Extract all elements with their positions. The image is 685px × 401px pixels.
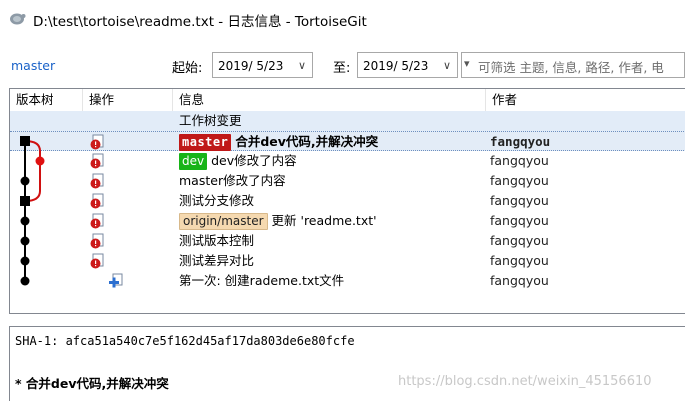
branch-tag-master[interactable]: master bbox=[179, 134, 232, 151]
add-file-icon bbox=[109, 273, 123, 288]
table-row[interactable]: master修改了内容 fangqyou bbox=[10, 171, 685, 191]
table-row[interactable]: 工作树变更 bbox=[10, 111, 685, 131]
table-row[interactable]: origin/master 更新 'readme.txt' fangqyou bbox=[10, 211, 685, 231]
commit-author: fangqyou bbox=[490, 173, 549, 188]
commit-sha: SHA-1: afca51a540c7e5f162d45af17da803de6… bbox=[15, 334, 355, 348]
list-header: 版本树 操作 信息 作者 bbox=[10, 89, 685, 112]
table-row[interactable]: 测试分支修改 fangqyou bbox=[10, 191, 685, 211]
to-date-picker[interactable]: 2019/ 5/23 ∨ bbox=[357, 52, 458, 78]
commit-message: dev dev修改了内容 bbox=[176, 151, 489, 171]
column-actions[interactable]: 操作 bbox=[83, 89, 173, 111]
commit-full-message: * 合并dev代码,并解决冲突 bbox=[15, 376, 169, 391]
tortoise-app-icon bbox=[10, 13, 26, 25]
commit-node[interactable] bbox=[20, 236, 30, 246]
commit-author: fangqyou bbox=[490, 273, 549, 288]
watermark: https://blog.csdn.net/weixin_45156610 bbox=[398, 374, 652, 389]
table-row[interactable]: dev dev修改了内容 fangqyou bbox=[10, 151, 685, 171]
from-date-picker[interactable]: 2019/ 5/23 ∨ bbox=[212, 52, 313, 78]
commit-node[interactable] bbox=[20, 216, 30, 226]
log-list[interactable]: 版本树 操作 信息 作者 工作树变更 master 合并dev代码,并解决冲突 f… bbox=[9, 88, 685, 314]
branch-link[interactable]: master bbox=[11, 58, 55, 73]
table-row[interactable]: master 合并dev代码,并解决冲突 fangqyou bbox=[10, 131, 685, 151]
commit-author: fangqyou bbox=[490, 213, 549, 228]
commit-message: master 合并dev代码,并解决冲突 bbox=[176, 132, 489, 152]
filter-dropdown-icon[interactable]: ▾ bbox=[464, 57, 470, 70]
table-row[interactable]: 测试版本控制 fangqyou bbox=[10, 231, 685, 251]
window-title: D:\test\tortoise\readme.txt - 日志信息 - Tor… bbox=[33, 14, 367, 30]
to-date-label: 至: bbox=[333, 61, 351, 76]
commit-node[interactable] bbox=[20, 136, 30, 146]
modified-file-icon bbox=[90, 193, 104, 209]
column-author[interactable]: 作者 bbox=[486, 89, 685, 111]
title-bar: D:\test\tortoise\readme.txt - 日志信息 - Tor… bbox=[0, 0, 685, 38]
modified-file-icon bbox=[90, 233, 104, 249]
commit-author: fangqyou bbox=[490, 193, 549, 208]
commit-author: fangqyou bbox=[490, 233, 549, 248]
chevron-down-icon[interactable]: ∨ bbox=[298, 53, 306, 79]
column-message[interactable]: 信息 bbox=[173, 89, 486, 111]
commit-message: 测试版本控制 bbox=[179, 233, 255, 248]
commit-node[interactable] bbox=[35, 156, 45, 166]
to-date-value: 2019/ 5/23 bbox=[363, 59, 429, 73]
branch-tag-origin-master[interactable]: origin/master bbox=[179, 213, 268, 230]
chevron-down-icon[interactable]: ∨ bbox=[443, 53, 451, 79]
commit-message: origin/master 更新 'readme.txt' bbox=[176, 211, 489, 231]
modified-file-icon bbox=[90, 253, 104, 269]
commit-message: 测试差异对比 bbox=[179, 253, 255, 268]
commit-node[interactable] bbox=[20, 196, 30, 206]
commit-author: fangqyou bbox=[490, 134, 551, 149]
commit-details-pane[interactable]: SHA-1: afca51a540c7e5f162d45af17da803de6… bbox=[9, 326, 685, 401]
filter-input[interactable]: ▾ 可筛选 主题, 信息, 路径, 作者, 电 bbox=[461, 52, 685, 78]
modified-file-icon bbox=[90, 173, 104, 189]
table-row[interactable]: 第一次: 创建rademe.txt文件 fangqyou bbox=[10, 271, 685, 291]
from-date-label: 起始: bbox=[172, 61, 203, 76]
commit-node[interactable] bbox=[20, 276, 30, 286]
from-date-value: 2019/ 5/23 bbox=[218, 59, 284, 73]
commit-author: fangqyou bbox=[490, 253, 549, 268]
filter-placeholder: 可筛选 主题, 信息, 路径, 作者, 电 bbox=[478, 60, 664, 75]
commit-node[interactable] bbox=[20, 256, 30, 266]
table-row[interactable]: 测试差异对比 fangqyou bbox=[10, 251, 685, 271]
revision-graph bbox=[20, 136, 45, 286]
commit-message: master修改了内容 bbox=[179, 173, 286, 188]
commit-node[interactable] bbox=[20, 176, 30, 186]
modified-file-icon bbox=[90, 213, 104, 229]
commit-message: 工作树变更 bbox=[179, 113, 242, 128]
branch-tag-dev[interactable]: dev bbox=[179, 153, 208, 170]
commit-message: 第一次: 创建rademe.txt文件 bbox=[179, 273, 345, 288]
commit-author: fangqyou bbox=[490, 153, 549, 168]
modified-file-icon bbox=[90, 153, 104, 169]
modified-file-icon bbox=[90, 134, 104, 150]
commit-message: 测试分支修改 bbox=[179, 193, 255, 208]
